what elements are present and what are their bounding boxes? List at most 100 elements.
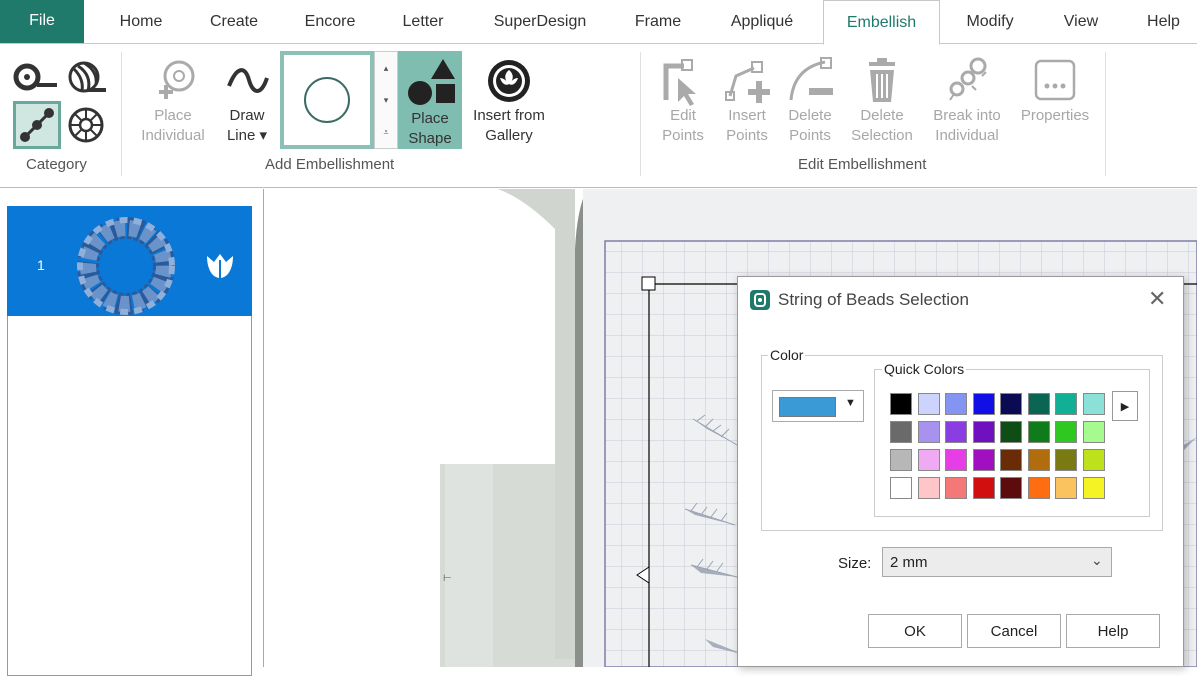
- tab-modify[interactable]: Modify: [948, 0, 1032, 44]
- svg-text:⊢: ⊢: [443, 573, 452, 584]
- quick-color-swatch[interactable]: [1055, 421, 1077, 443]
- quick-color-swatch[interactable]: [945, 393, 967, 415]
- place-shape-icon: [408, 59, 455, 105]
- tab-file[interactable]: File: [0, 0, 84, 43]
- quick-color-swatch[interactable]: [1000, 421, 1022, 443]
- layer-thumbnail: [77, 217, 175, 315]
- category-yarn-icon[interactable]: [62, 57, 110, 99]
- edit-embellishment-group-label: Edit Embellishment: [798, 156, 927, 173]
- color-group-label: Color: [768, 347, 806, 363]
- quick-color-swatch[interactable]: [1000, 477, 1022, 499]
- quick-color-swatch[interactable]: [1027, 421, 1050, 443]
- quick-color-swatch[interactable]: [890, 449, 912, 471]
- category-rhinestone-icon[interactable]: [62, 101, 110, 149]
- quick-color-swatch[interactable]: [917, 449, 940, 471]
- size-select-value: 2 mm: [890, 554, 928, 571]
- chevron-down-icon: ▼: [845, 397, 856, 409]
- quick-color-swatch[interactable]: [1055, 449, 1077, 471]
- edit-points-icon: [663, 59, 696, 106]
- place-individual-icon: [159, 60, 195, 99]
- size-select[interactable]: 2 mm ⌄: [882, 547, 1112, 577]
- quick-color-swatch[interactable]: [917, 393, 940, 415]
- draw-line-button[interactable]: Draw Line ▾: [216, 56, 278, 146]
- insert-points-icon: [725, 61, 770, 103]
- quick-color-swatch[interactable]: [1055, 393, 1077, 415]
- quick-color-swatch[interactable]: [1082, 393, 1105, 415]
- category-group-label: Category: [26, 156, 87, 173]
- delete-selection-button[interactable]: Delete Selection: [843, 56, 921, 146]
- quick-color-swatch[interactable]: [1027, 393, 1050, 415]
- quick-color-swatch[interactable]: [945, 449, 967, 471]
- quick-color-swatch[interactable]: [1000, 393, 1022, 415]
- quick-color-swatch[interactable]: [972, 421, 995, 443]
- ribbon-panel: Category Place Individual Draw Line ▾ ▴ …: [0, 44, 1197, 188]
- tab-applique[interactable]: Appliqué: [712, 0, 812, 44]
- size-label: Size:: [838, 555, 872, 572]
- trash-icon: [869, 58, 895, 102]
- gallery-flower-icon: [488, 60, 530, 102]
- draw-line-icon: [227, 68, 269, 93]
- quick-color-swatch[interactable]: [1055, 477, 1077, 499]
- quick-color-swatch[interactable]: [890, 421, 912, 443]
- quick-colors-grid: [890, 393, 1114, 505]
- quick-colors-label: Quick Colors: [882, 361, 967, 377]
- help-button[interactable]: Help: [1066, 614, 1160, 648]
- quick-color-swatch[interactable]: [972, 393, 995, 415]
- ok-button[interactable]: OK: [868, 614, 962, 648]
- layer-item[interactable]: 1: [7, 206, 252, 316]
- place-individual-button[interactable]: Place Individual: [133, 56, 213, 146]
- group-separator: [121, 52, 122, 176]
- category-beads-string-icon[interactable]: [13, 101, 61, 149]
- selected-color-swatch: [779, 397, 836, 417]
- tab-create[interactable]: Create: [196, 0, 272, 44]
- tab-help[interactable]: Help: [1130, 0, 1197, 44]
- scroll-down-icon[interactable]: ▾: [384, 95, 389, 106]
- ribbon-tab-bar: File Home Create Encore Letter SuperDesi…: [0, 0, 1197, 45]
- expand-gallery-icon[interactable]: ⩡: [383, 127, 388, 138]
- place-shape-button[interactable]: Place Shape: [398, 51, 462, 149]
- tab-embellish[interactable]: Embellish: [823, 0, 940, 45]
- tab-home[interactable]: Home: [104, 0, 178, 44]
- quick-color-swatch[interactable]: [945, 477, 967, 499]
- close-icon[interactable]: ✕: [1148, 286, 1166, 312]
- dialog-title: String of Beads Selection: [778, 290, 969, 309]
- quick-color-swatch[interactable]: [1027, 477, 1050, 499]
- quick-color-swatch[interactable]: [1000, 449, 1022, 471]
- shape-gallery-preview[interactable]: [280, 51, 374, 149]
- more-colors-arrow-icon[interactable]: ▶: [1112, 391, 1138, 421]
- insert-points-button[interactable]: Insert Points: [718, 56, 776, 146]
- insert-from-gallery-button[interactable]: Insert from Gallery: [463, 56, 555, 146]
- quick-color-swatch[interactable]: [945, 421, 967, 443]
- break-into-individual-button[interactable]: Break into Individual: [924, 56, 1010, 146]
- color-picker-dropdown[interactable]: ▼: [772, 390, 864, 422]
- chevron-down-icon: ⌄: [1091, 552, 1103, 568]
- add-embellishment-group-label: Add Embellishment: [265, 156, 395, 173]
- quick-color-swatch[interactable]: [1027, 449, 1050, 471]
- scroll-up-icon[interactable]: ▴: [384, 63, 389, 74]
- tab-view[interactable]: View: [1048, 0, 1114, 44]
- layer-number: 1: [37, 257, 45, 273]
- quick-color-swatch[interactable]: [1082, 449, 1105, 471]
- tab-encore[interactable]: Encore: [290, 0, 370, 44]
- quick-color-swatch[interactable]: [890, 393, 912, 415]
- shape-gallery-scroll[interactable]: ▴ ▾ ⩡: [374, 51, 398, 149]
- quick-color-swatch[interactable]: [1082, 421, 1105, 443]
- string-of-beads-dialog: String of Beads Selection ✕ Color ▼ Quic…: [737, 276, 1184, 667]
- quick-color-swatch[interactable]: [972, 449, 995, 471]
- quick-color-swatch[interactable]: [917, 477, 940, 499]
- tab-letter[interactable]: Letter: [386, 0, 460, 44]
- quick-color-swatch[interactable]: [917, 421, 940, 443]
- delete-points-button[interactable]: Delete Points: [781, 56, 839, 146]
- tulip-icon: [207, 254, 233, 278]
- quick-color-swatch[interactable]: [1082, 477, 1105, 499]
- edit-points-button[interactable]: Edit Points: [655, 56, 711, 146]
- quick-color-swatch[interactable]: [890, 477, 912, 499]
- properties-button[interactable]: Properties: [1012, 56, 1098, 126]
- group-separator: [640, 52, 641, 176]
- cancel-button[interactable]: Cancel: [967, 614, 1061, 648]
- tab-superdesign[interactable]: SuperDesign: [476, 0, 604, 44]
- quick-color-swatch[interactable]: [972, 477, 995, 499]
- tab-frame[interactable]: Frame: [620, 0, 696, 44]
- break-individual-icon: [949, 57, 987, 101]
- category-sequin-icon[interactable]: [13, 57, 61, 99]
